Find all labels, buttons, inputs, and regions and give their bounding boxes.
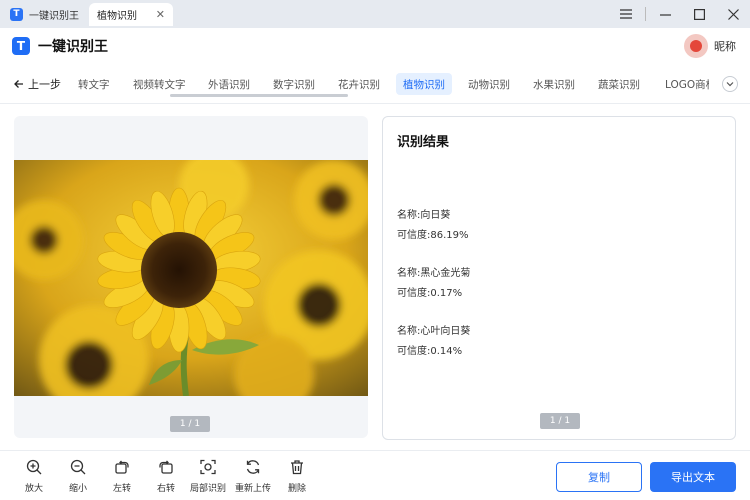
avatar-badge-icon (690, 40, 702, 52)
maximize-icon[interactable] (692, 8, 706, 20)
tab-fruit-recognition[interactable]: 水果识别 (533, 73, 575, 95)
tab-video-to-text[interactable]: 视频转文字 (133, 73, 186, 95)
tab-to-text[interactable]: 转文字 (78, 73, 110, 95)
result-confidence-3: 可信度:0.14% (397, 346, 463, 357)
reupload-label: 重新上传 (235, 484, 272, 494)
zoom-out-icon (70, 459, 86, 475)
tab-plant-recognition-active[interactable]: 植物识别 (396, 73, 452, 95)
chevron-down-icon[interactable] (722, 76, 738, 92)
result-confidence-1: 可信度:86.19% (397, 230, 469, 241)
result-confidence-2: 可信度:0.17% (397, 288, 463, 299)
tab-vegetable-recognition[interactable]: 蔬菜识别 (598, 73, 640, 95)
reupload-button[interactable]: 重新上传 (235, 459, 271, 494)
brand-logo-icon: T (12, 37, 30, 55)
result-title: 识别结果 (397, 135, 450, 150)
tab-label: 植物识别 (97, 11, 137, 22)
tab-foreign-language[interactable]: 外语识别 (208, 73, 250, 95)
back-button[interactable]: 上一步 (14, 76, 61, 92)
avatar[interactable] (684, 34, 708, 58)
window-controls (619, 0, 740, 28)
result-name-3: 名称:心叶向日葵 (397, 326, 471, 337)
rotate-left-icon (115, 460, 129, 474)
rotate-right-button[interactable]: 右转 (148, 459, 184, 494)
reupload-icon (246, 460, 260, 474)
partial-recognition-button[interactable]: 局部识别 (190, 459, 226, 494)
result-panel: 识别结果 名称:向日葵 可信度:86.19% 名称:黑心金光菊 可信度:0.17… (382, 116, 736, 440)
titlebar-app: T 一键识别王 (0, 0, 84, 28)
tab-close-icon[interactable]: ✕ (156, 8, 165, 21)
app-header: T 一键识别王 昵称 (0, 28, 750, 64)
back-label: 上一步 (28, 78, 61, 91)
export-text-button[interactable]: 导出文本 (650, 462, 736, 492)
zoom-in-label: 放大 (24, 484, 43, 494)
zoom-out-button[interactable]: 缩小 (60, 459, 96, 494)
feature-tabs-bar: 上一步 转文字 视频转文字 外语识别 数字识别 花卉识别 植物识别 动物识别 水… (0, 64, 750, 104)
rotate-right-label: 右转 (156, 484, 175, 494)
trash-icon (291, 460, 303, 475)
window-titlebar: T 一键识别王 植物识别 ✕ (0, 0, 750, 28)
arrow-left-icon (14, 80, 23, 88)
app-logo-icon: T (10, 7, 23, 21)
image-pager: 1 / 1 (170, 416, 210, 432)
minimize-icon[interactable] (658, 9, 672, 20)
delete-label: 删除 (287, 484, 306, 494)
copy-button[interactable]: 复制 (556, 462, 642, 492)
tabs-scroll-indicator[interactable] (170, 94, 348, 97)
sunflower-photo (14, 160, 368, 396)
tab-number-recognition[interactable]: 数字识别 (273, 73, 315, 95)
tab-flower-recognition[interactable]: 花卉识别 (338, 73, 380, 95)
partial-scan-icon (200, 459, 216, 475)
rotate-left-label: 左转 (112, 484, 131, 494)
rotate-right-icon (159, 460, 173, 474)
rotate-left-button[interactable]: 左转 (104, 459, 140, 494)
tab-logo-recognition[interactable]: LOGO商标 (665, 73, 709, 95)
result-name-2: 名称:黑心金光菊 (397, 268, 471, 279)
main-content: 1 / 1 识别结果 名称:向日葵 可信度:86.19% 名称:黑心金光菊 可信… (0, 104, 750, 450)
result-pager: 1 / 1 (540, 413, 580, 429)
user-menu[interactable]: 昵称 (684, 34, 736, 58)
bottom-toolbar: 放大 缩小 左转 右转 局部识别 重新上传 删除 复制 导出文本 (0, 450, 750, 500)
zoom-in-icon (26, 459, 42, 475)
result-name-1: 名称:向日葵 (397, 210, 451, 221)
tab-plant-recognition[interactable]: 植物识别 ✕ (89, 3, 173, 26)
image-preview-panel: 1 / 1 (14, 116, 368, 438)
titlebar-app-name: 一键识别王 (29, 10, 79, 22)
delete-button[interactable]: 删除 (279, 459, 315, 494)
menu-icon[interactable] (619, 9, 633, 19)
zoom-out-label: 缩小 (68, 484, 87, 494)
user-nickname[interactable]: 昵称 (714, 38, 736, 54)
divider (645, 7, 646, 21)
close-icon[interactable] (726, 8, 740, 20)
tab-animal-recognition[interactable]: 动物识别 (468, 73, 510, 95)
partial-recognition-label: 局部识别 (190, 484, 227, 494)
zoom-in-button[interactable]: 放大 (16, 459, 52, 494)
app-title: 一键识别王 (38, 39, 108, 55)
